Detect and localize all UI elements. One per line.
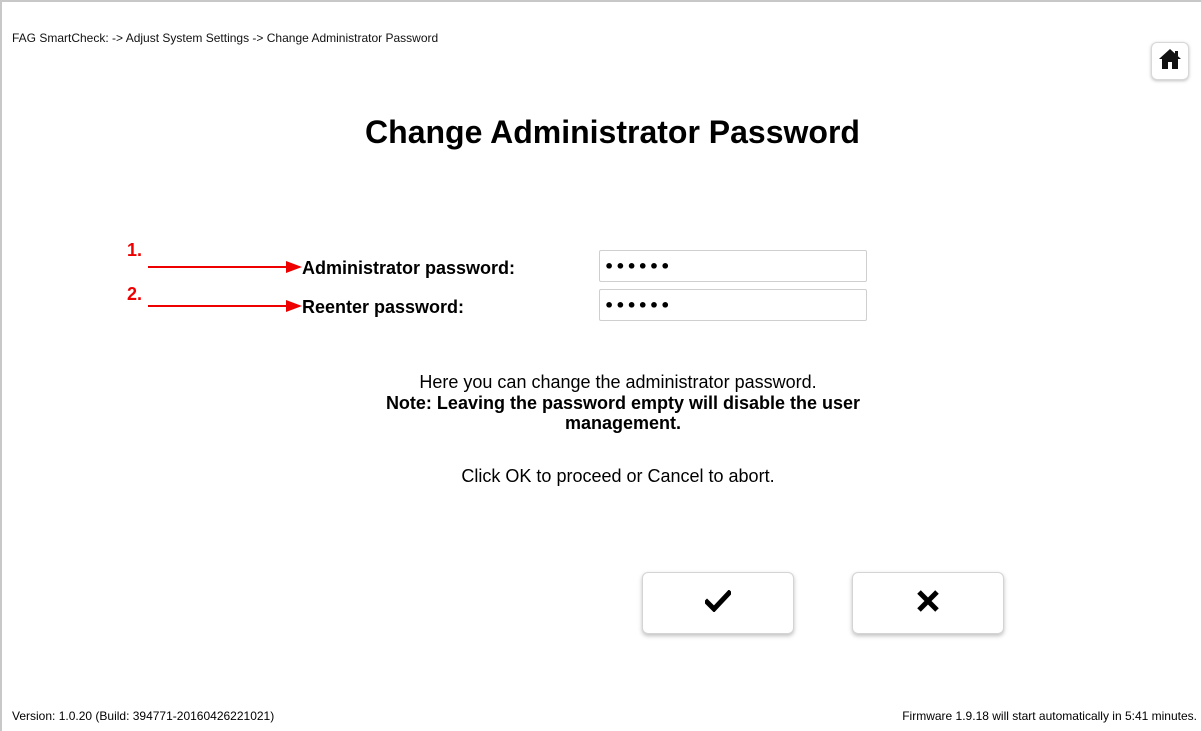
administrator-password-label: Administrator password: <box>302 258 516 278</box>
annotation-arrow-1 <box>148 261 302 273</box>
home-button[interactable] <box>1151 42 1189 80</box>
step-number-2: 2. <box>127 284 143 304</box>
reenter-password-input[interactable]: •••••• <box>599 289 867 321</box>
home-icon <box>1158 48 1182 75</box>
breadcrumb: FAG SmartCheck: -> Adjust System Setting… <box>12 31 439 45</box>
firmware-status: Firmware 1.9.18 will start automatically… <box>902 709 1197 723</box>
note-text: Note: Leaving the password empty will di… <box>385 393 861 433</box>
version-info: Version: 1.0.20 (Build: 394771-201604262… <box>12 709 275 723</box>
annotation-arrow-2 <box>148 300 302 312</box>
step-number-1: 1. <box>127 240 143 260</box>
administrator-password-input[interactable]: •••••• <box>599 250 867 282</box>
info-text: Here you can change the administrator pa… <box>419 372 817 392</box>
instruction-text: Click OK to proceed or Cancel to abort. <box>461 466 775 486</box>
reenter-password-label: Reenter password: <box>302 297 465 317</box>
cancel-button[interactable] <box>852 572 1004 634</box>
checkmark-icon <box>703 588 733 617</box>
app-window: FAG SmartCheck: -> Adjust System Setting… <box>0 0 1201 731</box>
page-title: Change Administrator Password <box>365 114 860 150</box>
cross-icon <box>916 589 940 618</box>
ok-button[interactable] <box>642 572 794 634</box>
